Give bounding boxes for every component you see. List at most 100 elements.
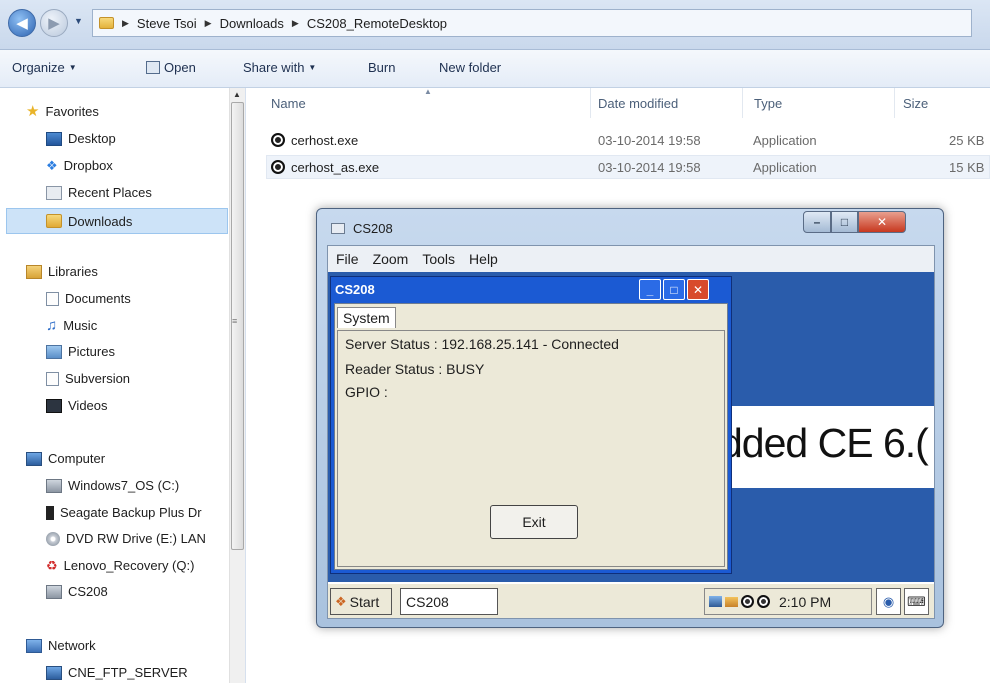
minimize-button[interactable]: – (803, 211, 831, 233)
breadcrumb-item[interactable]: Downloads (220, 16, 284, 31)
recovery-drive-icon: ♻ (46, 558, 58, 573)
column-divider[interactable] (894, 88, 895, 118)
sidebar-item-lenovo-recovery[interactable]: ♻ Lenovo_Recovery (Q:) (46, 558, 226, 573)
start-label: Start (349, 593, 380, 610)
sidebar-item-cne-ftp-server[interactable]: CNE_FTP_SERVER (46, 665, 188, 680)
desktop-toggle-icon[interactable]: ◉ (876, 588, 901, 615)
file-date: 03-10-2014 19:58 (598, 160, 701, 175)
sidebar-favorites[interactable]: ★ Favorites (26, 104, 99, 119)
ce-close-button[interactable]: ✕ (687, 279, 709, 300)
column-divider[interactable] (742, 88, 743, 118)
sidebar-item-windows7-os[interactable]: Windows7_OS (C:) (46, 478, 226, 493)
sidebar-item-recent-places[interactable]: Recent Places (46, 185, 152, 200)
ce-minimize-button[interactable]: _ (639, 279, 661, 300)
sidebar-item-pictures[interactable]: Pictures (46, 344, 115, 359)
file-type: Application (753, 133, 817, 148)
sidebar-item-label: Downloads (68, 213, 133, 229)
back-arrow-icon[interactable]: ◀ (8, 9, 36, 37)
start-button[interactable]: ❖ Start (330, 588, 392, 615)
remote-desktop-window: CS208 – □ ✕ File Zoom Tools Help dded CE… (316, 208, 944, 628)
libraries-icon (26, 264, 42, 279)
address-field[interactable]: ▶ Steve Tsoi ▶ Downloads ▶ CS208_RemoteD… (92, 9, 972, 37)
sidebar-scrollbar[interactable]: ▲ ≡ (229, 88, 245, 683)
computer-icon (26, 451, 42, 466)
column-divider[interactable] (590, 88, 591, 118)
sidebar-computer[interactable]: Computer (26, 451, 105, 466)
sidebar-item-documents[interactable]: Documents (46, 291, 131, 306)
breadcrumb-separator-icon: ▶ (204, 17, 212, 28)
sidebar-item-label: Videos (68, 398, 108, 413)
menu-help[interactable]: Help (469, 251, 498, 267)
sidebar-item-label: Documents (65, 291, 131, 306)
clock: 2:10 PM (779, 593, 832, 610)
close-button[interactable]: ✕ (858, 211, 906, 233)
ce-desktop[interactable]: dded CE 6.( CS208 _ □ ✕ System Server St… (328, 272, 934, 618)
menu-file[interactable]: File (336, 251, 359, 267)
sidebar-item-label: Windows7_OS (C:) (68, 478, 180, 493)
app-tray-icon[interactable] (741, 595, 754, 608)
organize-button[interactable]: Organize ▼ (12, 60, 77, 75)
window-app-icon (331, 223, 345, 234)
tab-system[interactable]: System (337, 307, 396, 328)
column-header-name[interactable]: Name (271, 96, 306, 111)
chevron-down-icon: ▼ (308, 63, 317, 72)
burn-button[interactable]: Burn (368, 60, 395, 75)
sidebar-item-desktop[interactable]: Desktop (46, 131, 116, 146)
new-folder-button[interactable]: New folder (439, 60, 501, 75)
ce-wallpaper-text: dded CE 6.( (720, 420, 929, 466)
external-drive-icon (46, 505, 54, 520)
network-tray-icon[interactable] (709, 596, 722, 607)
sidebar-item-subversion[interactable]: Subversion (46, 371, 130, 386)
scroll-up-icon[interactable]: ▲ (233, 90, 241, 99)
share-with-button[interactable]: Share with ▼ (243, 60, 316, 75)
sidebar-item-label: Libraries (48, 264, 98, 279)
file-date: 03-10-2014 19:58 (598, 133, 701, 148)
sidebar-item-dropbox[interactable]: ❖ Dropbox (46, 158, 113, 173)
breadcrumb-item[interactable]: CS208_RemoteDesktop (307, 16, 447, 31)
ce-maximize-button[interactable]: □ (663, 279, 685, 300)
sidebar-item-label: Lenovo_Recovery (Q:) (63, 558, 195, 573)
app-tray-icon[interactable] (757, 595, 770, 608)
ce-window-body: System Server Status : 192.168.25.141 - … (334, 303, 728, 570)
menu-tools[interactable]: Tools (422, 251, 455, 267)
usb-tray-icon[interactable] (725, 596, 738, 607)
exit-button[interactable]: Exit (490, 505, 578, 539)
file-row[interactable]: cerhost.exe 03-10-2014 19:58 Application… (266, 129, 990, 153)
open-button[interactable]: Open (146, 60, 196, 75)
address-bar: ◀ ▶ ▼ ▶ Steve Tsoi ▶ Downloads ▶ CS208_R… (0, 0, 990, 50)
sidebar-network[interactable]: Network (26, 638, 96, 653)
sidebar-item-label: Subversion (65, 371, 131, 386)
application-icon (271, 133, 285, 147)
sidebar-item-cs208[interactable]: CS208 (46, 584, 108, 599)
column-header-date-modified[interactable]: Date modified (598, 96, 678, 111)
taskbar-button-cs208[interactable]: CS208 (400, 588, 498, 615)
forward-arrow-icon[interactable]: ▶ (40, 9, 68, 37)
breadcrumb-item[interactable]: Steve Tsoi (137, 16, 197, 31)
sidebar-item-label: Recent Places (68, 185, 152, 200)
history-dropdown-icon[interactable]: ▼ (74, 16, 83, 26)
sidebar-item-dvd-drive[interactable]: DVD RW Drive (E:) LAN (46, 531, 226, 546)
keyboard-icon[interactable]: ⌨ (904, 588, 929, 615)
sidebar-item-downloads[interactable]: Downloads (6, 208, 228, 234)
ce-app-window: CS208 _ □ ✕ System Server Status : 192.1… (330, 276, 732, 574)
sidebar-item-label: CNE_FTP_SERVER (68, 665, 188, 680)
desktop-icon (46, 131, 62, 146)
chevron-down-icon: ▼ (68, 63, 77, 72)
column-header-size[interactable]: Size (903, 96, 928, 111)
column-header-type[interactable]: Type (754, 96, 782, 111)
scrollbar-thumb[interactable] (231, 102, 244, 550)
ce-taskbar: ❖ Start CS208 2:10 PM ◉ ⌨ (328, 582, 934, 618)
sidebar-item-videos[interactable]: Videos (46, 398, 108, 413)
folder-icon (99, 17, 114, 29)
sidebar-item-seagate[interactable]: Seagate Backup Plus Dr (46, 505, 226, 520)
remote-client-area: File Zoom Tools Help dded CE 6.( CS208 _… (327, 245, 935, 619)
maximize-button[interactable]: □ (831, 211, 858, 233)
sidebar-item-label: Desktop (68, 131, 116, 146)
sidebar-libraries[interactable]: Libraries (26, 264, 98, 279)
sidebar-item-music[interactable]: ♫ Music (46, 318, 97, 333)
file-row[interactable]: cerhost_as.exe 03-10-2014 19:58 Applicat… (266, 155, 990, 179)
menu-zoom[interactable]: Zoom (373, 251, 409, 267)
pictures-icon (46, 344, 62, 359)
document-icon (46, 291, 59, 306)
device-icon (46, 584, 62, 599)
